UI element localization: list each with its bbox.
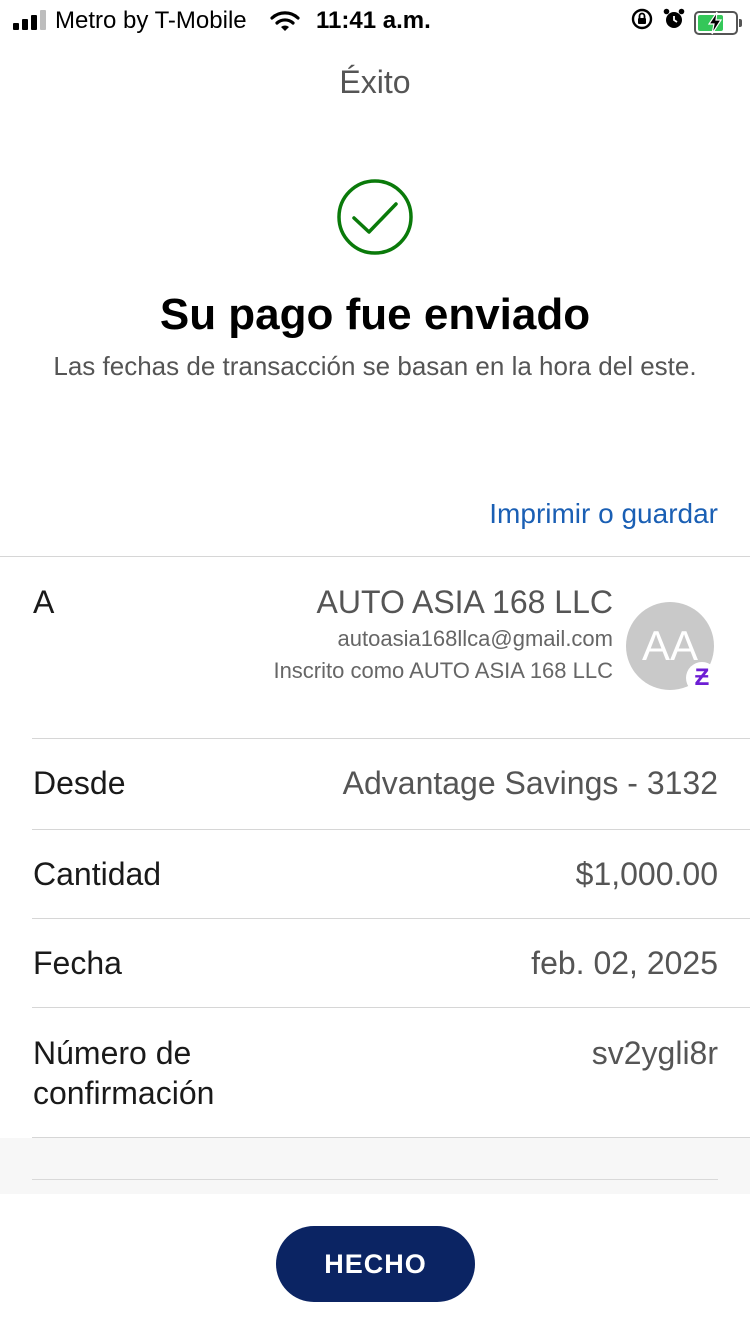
- from-account-value: Advantage Savings - 3132: [342, 765, 718, 801]
- recipient-name: AUTO ASIA 168 LLC: [316, 584, 613, 620]
- status-bar: Metro by T-Mobile 11:41 a.m.: [0, 0, 750, 44]
- to-label: A: [33, 584, 55, 620]
- checkmark-circle-icon: [335, 177, 415, 262]
- confirmation-label-line2: confirmación: [33, 1075, 215, 1111]
- done-button[interactable]: HECHO: [276, 1226, 475, 1302]
- date-value: feb. 02, 2025: [531, 945, 718, 981]
- divider: [32, 1007, 750, 1008]
- scroll-fade-band: [0, 1138, 750, 1194]
- from-label: Desde: [33, 765, 126, 801]
- recipient-enrolled-name: Inscrito como AUTO ASIA 168 LLC: [273, 658, 613, 683]
- signal-icon: [13, 10, 46, 30]
- orientation-lock-icon: [630, 7, 654, 38]
- divider: [32, 829, 750, 830]
- divider: [32, 1179, 718, 1180]
- wifi-icon: [270, 9, 300, 40]
- timezone-note: Las fechas de transacción se basan en la…: [53, 351, 697, 381]
- confirmation-label: Número de confirmación: [33, 1033, 214, 1113]
- amount-value: $1,000.00: [575, 856, 718, 892]
- amount-label: Cantidad: [33, 856, 162, 892]
- confirmation-label-line1: Número de: [33, 1035, 192, 1071]
- carrier-name: Metro by T-Mobile: [55, 7, 247, 34]
- success-headline: Su pago fue enviado: [159, 290, 591, 339]
- page-title: Éxito: [339, 64, 411, 100]
- divider: [0, 556, 750, 557]
- battery-charging-icon: [694, 10, 742, 35]
- divider: [32, 738, 750, 739]
- payment-success-screen: Metro by T-Mobile 11:41 a.m. Éxito Su pa…: [0, 0, 750, 1334]
- print-or-save-link[interactable]: Imprimir o guardar: [489, 498, 718, 530]
- confirmation-number: sv2ygli8r: [591, 1035, 718, 1071]
- date-label: Fecha: [33, 945, 122, 981]
- divider: [32, 918, 750, 919]
- clock-time: 11:41 a.m.: [316, 7, 431, 34]
- recipient-email: autoasia168llca@gmail.com: [337, 626, 613, 651]
- zelle-icon: Ƶ: [686, 662, 718, 694]
- status-icons: [630, 7, 742, 38]
- alarm-icon: [662, 7, 686, 38]
